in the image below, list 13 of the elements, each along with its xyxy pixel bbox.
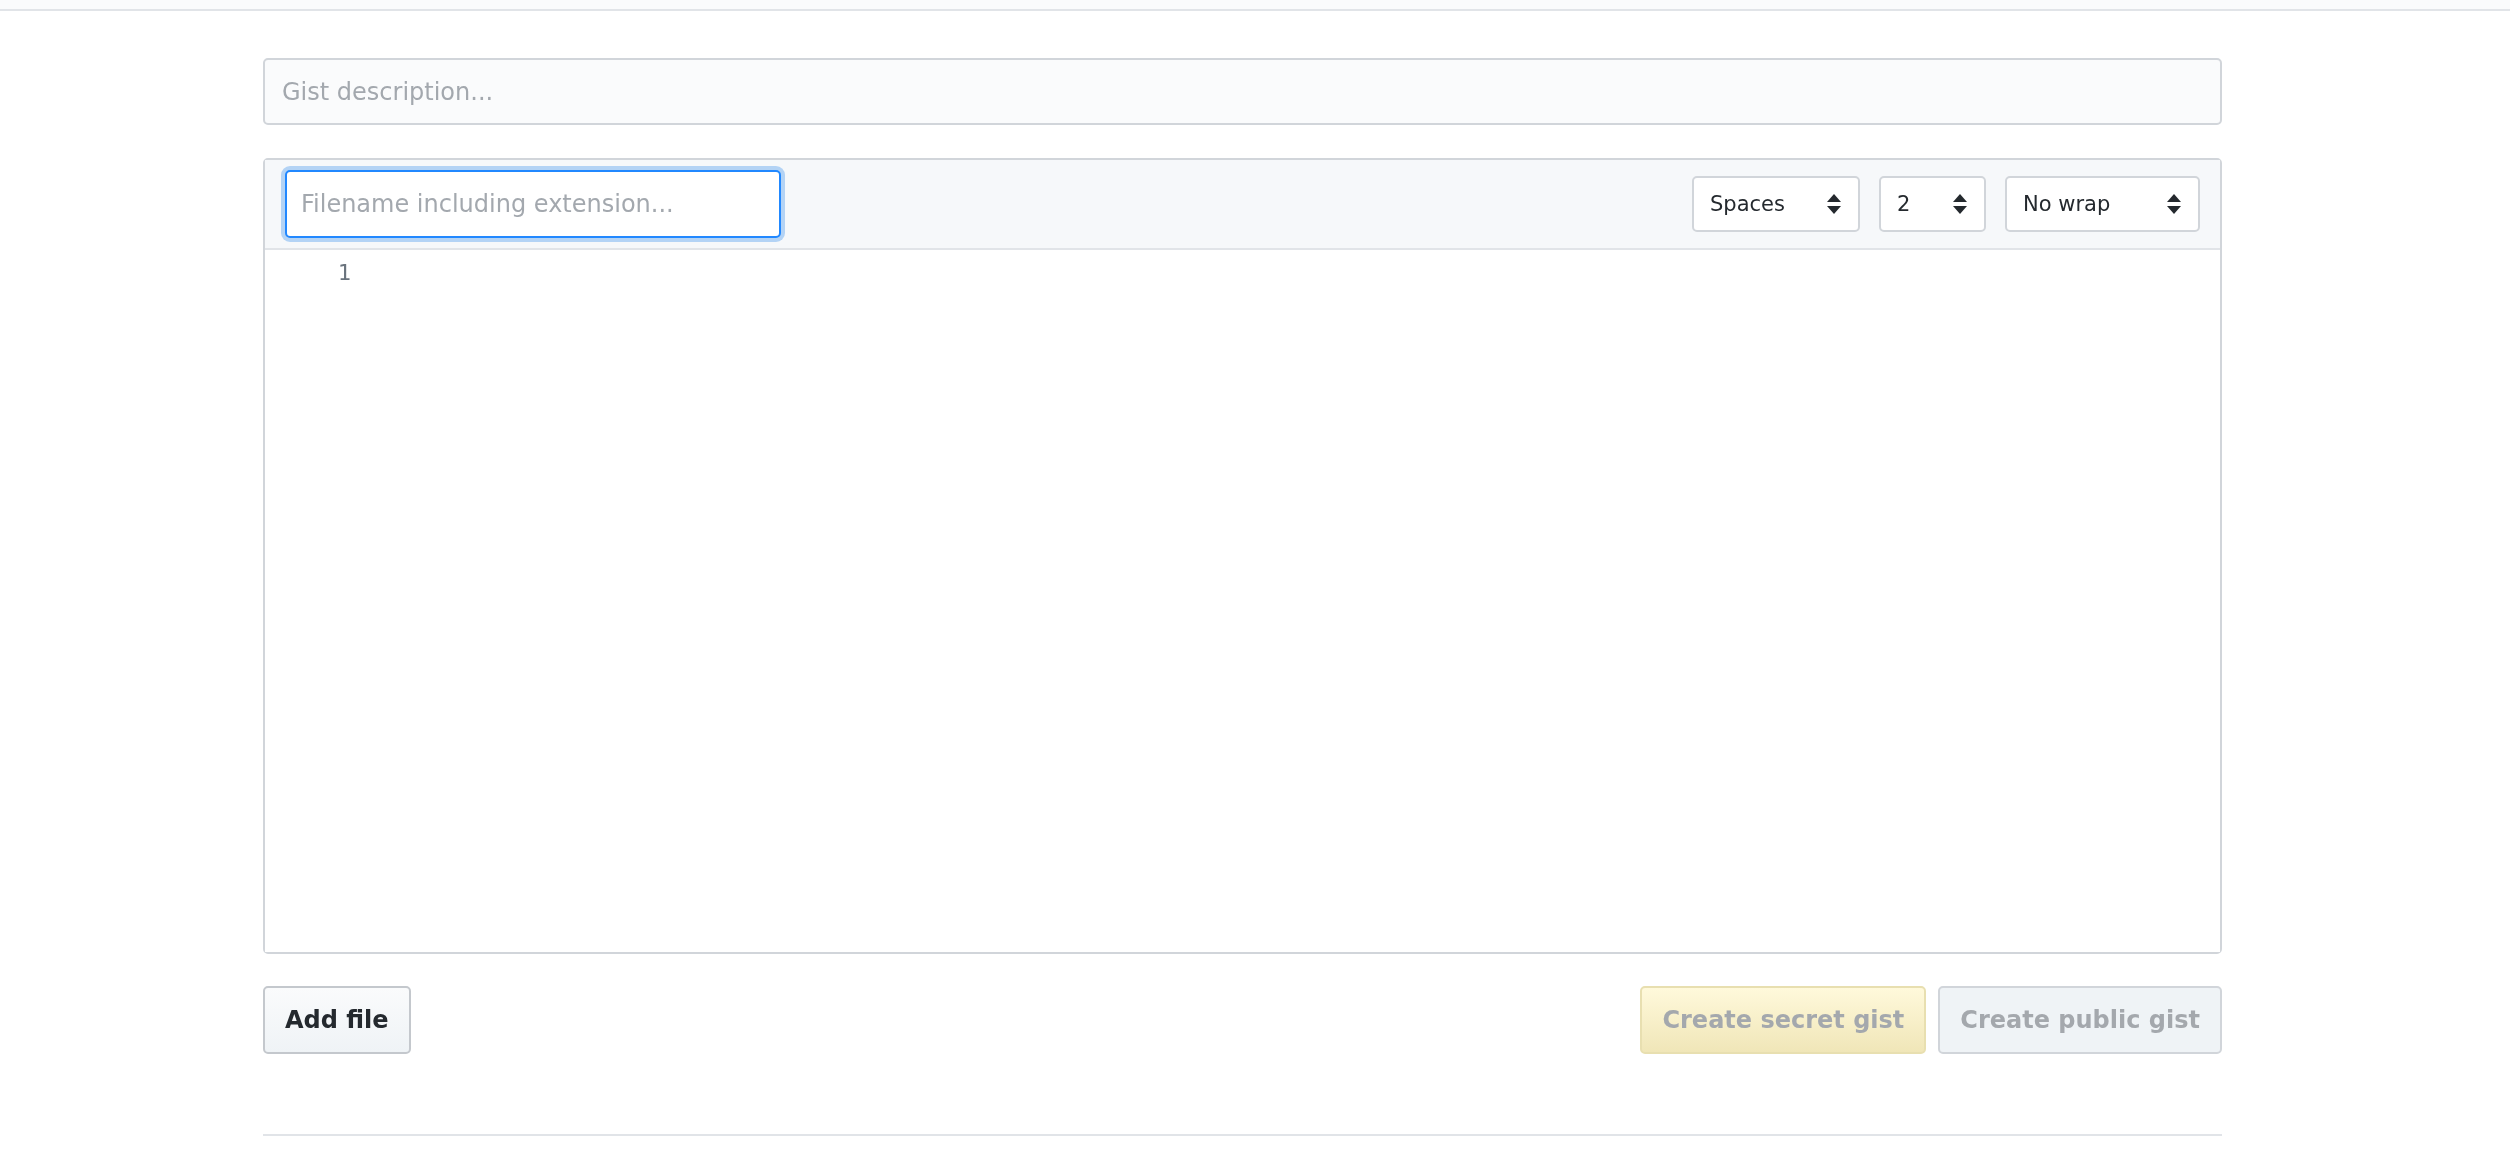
- action-button[interactable]: Add file: [263, 986, 411, 1054]
- sort-arrows-icon: [1826, 193, 1842, 215]
- sort-arrows-icon: [2166, 193, 2182, 215]
- description-field[interactable]: Gist description...: [263, 58, 2222, 125]
- select-value: 2: [1897, 192, 1911, 216]
- select-value: Spaces: [1710, 192, 1785, 216]
- select-dropdown[interactable]: No wrap: [2005, 176, 2200, 232]
- select-value: No wrap: [2023, 192, 2111, 216]
- sort-arrows-icon: [1952, 193, 1968, 215]
- filename-field[interactable]: Filename including extension...: [285, 170, 781, 238]
- select-dropdown[interactable]: Spaces: [1692, 176, 1860, 232]
- line-number: 1: [336, 260, 351, 285]
- select-dropdown[interactable]: 2: [1879, 176, 1986, 232]
